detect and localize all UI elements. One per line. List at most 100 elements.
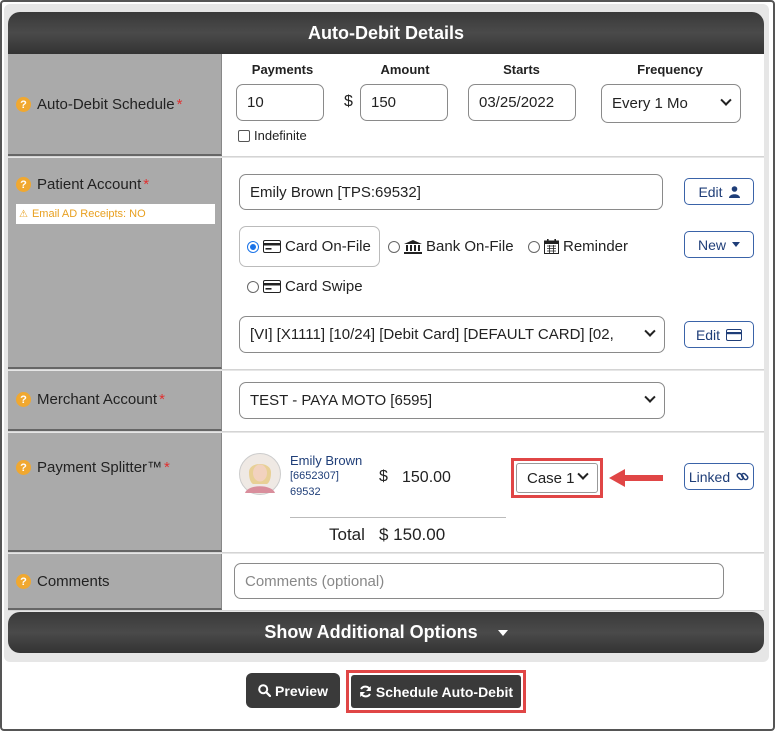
- new-method-button[interactable]: New: [684, 231, 754, 258]
- payments-value: 10: [247, 94, 264, 111]
- amount-header: Amount: [380, 62, 430, 77]
- starts-header: Starts: [503, 62, 540, 77]
- amount-value: 150: [371, 94, 397, 111]
- method-card-swipe[interactable]: Card Swipe: [247, 278, 363, 295]
- indefinite-checkbox[interactable]: [238, 129, 250, 142]
- splitter-patient-id: [6652307]: [290, 470, 339, 482]
- bank-icon: [404, 239, 422, 254]
- show-options-label: Show Additional Options: [264, 622, 478, 642]
- linked-button[interactable]: Linked: [684, 463, 754, 490]
- comments-placeholder: Comments (optional): [245, 572, 385, 590]
- show-additional-options-button[interactable]: Show Additional Options: [8, 612, 764, 653]
- edit-card-label: Edit: [695, 326, 721, 343]
- preview-button[interactable]: Preview: [246, 673, 340, 708]
- chevron-down-icon: [577, 468, 589, 480]
- merchant-value: TEST - PAYA MOTO [6595]: [250, 392, 433, 409]
- splitter-label: Payment Splitter™: [37, 459, 163, 476]
- refresh-icon: [359, 685, 371, 698]
- start-date-value: 03/25/2022: [479, 94, 555, 111]
- comments-input[interactable]: Comments (optional): [234, 563, 724, 599]
- method-label: Card On-File: [285, 238, 371, 255]
- indefinite-option[interactable]: Indefinite: [238, 128, 307, 143]
- patient-label-wrap: ? Patient Account *: [16, 176, 149, 193]
- user-icon: [728, 185, 740, 198]
- total-label: Total: [329, 525, 365, 544]
- chevron-down-icon: [720, 94, 732, 106]
- pointer-arrow-icon: [609, 469, 663, 487]
- frequency-select[interactable]: Every 1 Mo: [601, 84, 741, 123]
- schedule-auto-debit-button[interactable]: Schedule Auto-Debit: [351, 675, 521, 708]
- payments-input[interactable]: 10: [236, 84, 324, 121]
- required-marker: *: [159, 391, 165, 408]
- preview-label: Preview: [275, 682, 328, 699]
- schedule-label: Auto-Debit Schedule: [37, 96, 175, 113]
- start-date-input[interactable]: 03/25/2022: [468, 84, 576, 121]
- panel-title: Auto-Debit Details: [307, 22, 464, 43]
- comments-label-wrap: ? Comments: [16, 573, 110, 590]
- merchant-label: Merchant Account: [37, 391, 158, 408]
- new-method-label: New: [697, 236, 726, 253]
- panel-header: Auto-Debit Details: [8, 12, 764, 54]
- case-value: Case 1: [527, 469, 575, 487]
- linked-label: Linked: [688, 468, 731, 485]
- method-bank-on-file[interactable]: Bank On-File: [388, 238, 514, 255]
- schedule-label-cell: ? Auto-Debit Schedule *: [8, 54, 222, 156]
- patient-row: ? Patient Account * ⚠ Email AD Receipts:…: [8, 158, 764, 370]
- frequency-header: Frequency: [637, 62, 703, 77]
- required-marker: *: [143, 176, 150, 193]
- edit-patient-label: Edit: [698, 183, 723, 200]
- splitter-amount: 150.00: [402, 469, 451, 486]
- caret-down-icon: [732, 242, 740, 247]
- payments-header: Payments: [251, 62, 314, 77]
- method-reminder[interactable]: Reminder: [528, 238, 628, 255]
- splitter-label-cell: ? Payment Splitter™ *: [8, 433, 222, 552]
- chevron-down-icon: [644, 325, 656, 337]
- schedule-label-text: Schedule Auto-Debit: [375, 683, 514, 700]
- amount-input[interactable]: 150: [360, 84, 448, 121]
- method-card-on-file[interactable]: Card On-File: [247, 238, 371, 255]
- help-icon[interactable]: ?: [16, 574, 31, 589]
- chevron-down-icon: [644, 391, 656, 403]
- total-value: $ 150.00: [379, 525, 446, 544]
- splitter-currency: $: [379, 468, 388, 485]
- patient-label-cell: ? Patient Account * ⚠ Email AD Receipts:…: [8, 158, 222, 369]
- method-label: Reminder: [563, 238, 629, 255]
- radio-card-swipe[interactable]: [247, 280, 259, 293]
- card-select[interactable]: [VI] [X1111] [10/24] [Debit Card] [DEFAU…: [239, 316, 665, 353]
- link-icon: [736, 472, 749, 481]
- splitter-account-number: 69532: [290, 486, 321, 498]
- frequency-value: Every 1 Mo: [612, 95, 688, 112]
- help-icon[interactable]: ?: [16, 177, 31, 192]
- merchant-label-cell: ? Merchant Account *: [8, 371, 222, 431]
- caret-down-icon: [497, 629, 508, 636]
- merchant-row: ? Merchant Account * TEST - PAYA MOTO [6…: [8, 371, 764, 432]
- calendar-icon: [544, 239, 559, 254]
- radio-card-on-file[interactable]: [247, 240, 259, 253]
- splitter-patient-name[interactable]: Emily Brown: [290, 453, 362, 468]
- patient-account-input[interactable]: Emily Brown [TPS:69532]: [239, 174, 663, 210]
- credit-card-icon: [263, 280, 281, 293]
- schedule-label-wrap: ? Auto-Debit Schedule *: [16, 96, 182, 113]
- edit-card-button[interactable]: Edit: [684, 321, 754, 348]
- warning-icon: ⚠: [19, 208, 28, 220]
- radio-reminder[interactable]: [528, 240, 540, 253]
- edit-patient-button[interactable]: Edit: [684, 178, 754, 205]
- total-divider: [290, 517, 506, 518]
- required-marker: *: [164, 459, 170, 476]
- merchant-select[interactable]: TEST - PAYA MOTO [6595]: [239, 382, 665, 419]
- help-icon[interactable]: ?: [16, 460, 31, 475]
- method-label: Bank On-File: [426, 238, 514, 255]
- indefinite-label: Indefinite: [254, 128, 307, 143]
- splitter-label-wrap: ? Payment Splitter™ *: [16, 459, 170, 476]
- method-label: Card Swipe: [285, 278, 363, 295]
- radio-bank-on-file[interactable]: [388, 240, 400, 253]
- avatar: [239, 453, 281, 495]
- case-select[interactable]: Case 1: [516, 463, 598, 493]
- required-marker: *: [176, 96, 183, 113]
- splitter-row: ? Payment Splitter™ * Emily Brown [66523…: [8, 433, 764, 553]
- comments-row: ? Comments Comments (optional): [8, 554, 764, 611]
- comments-label: Comments: [37, 573, 110, 590]
- help-icon[interactable]: ?: [16, 392, 31, 407]
- help-icon[interactable]: ?: [16, 97, 31, 112]
- email-receipt-warning: ⚠ Email AD Receipts: NO: [16, 204, 215, 224]
